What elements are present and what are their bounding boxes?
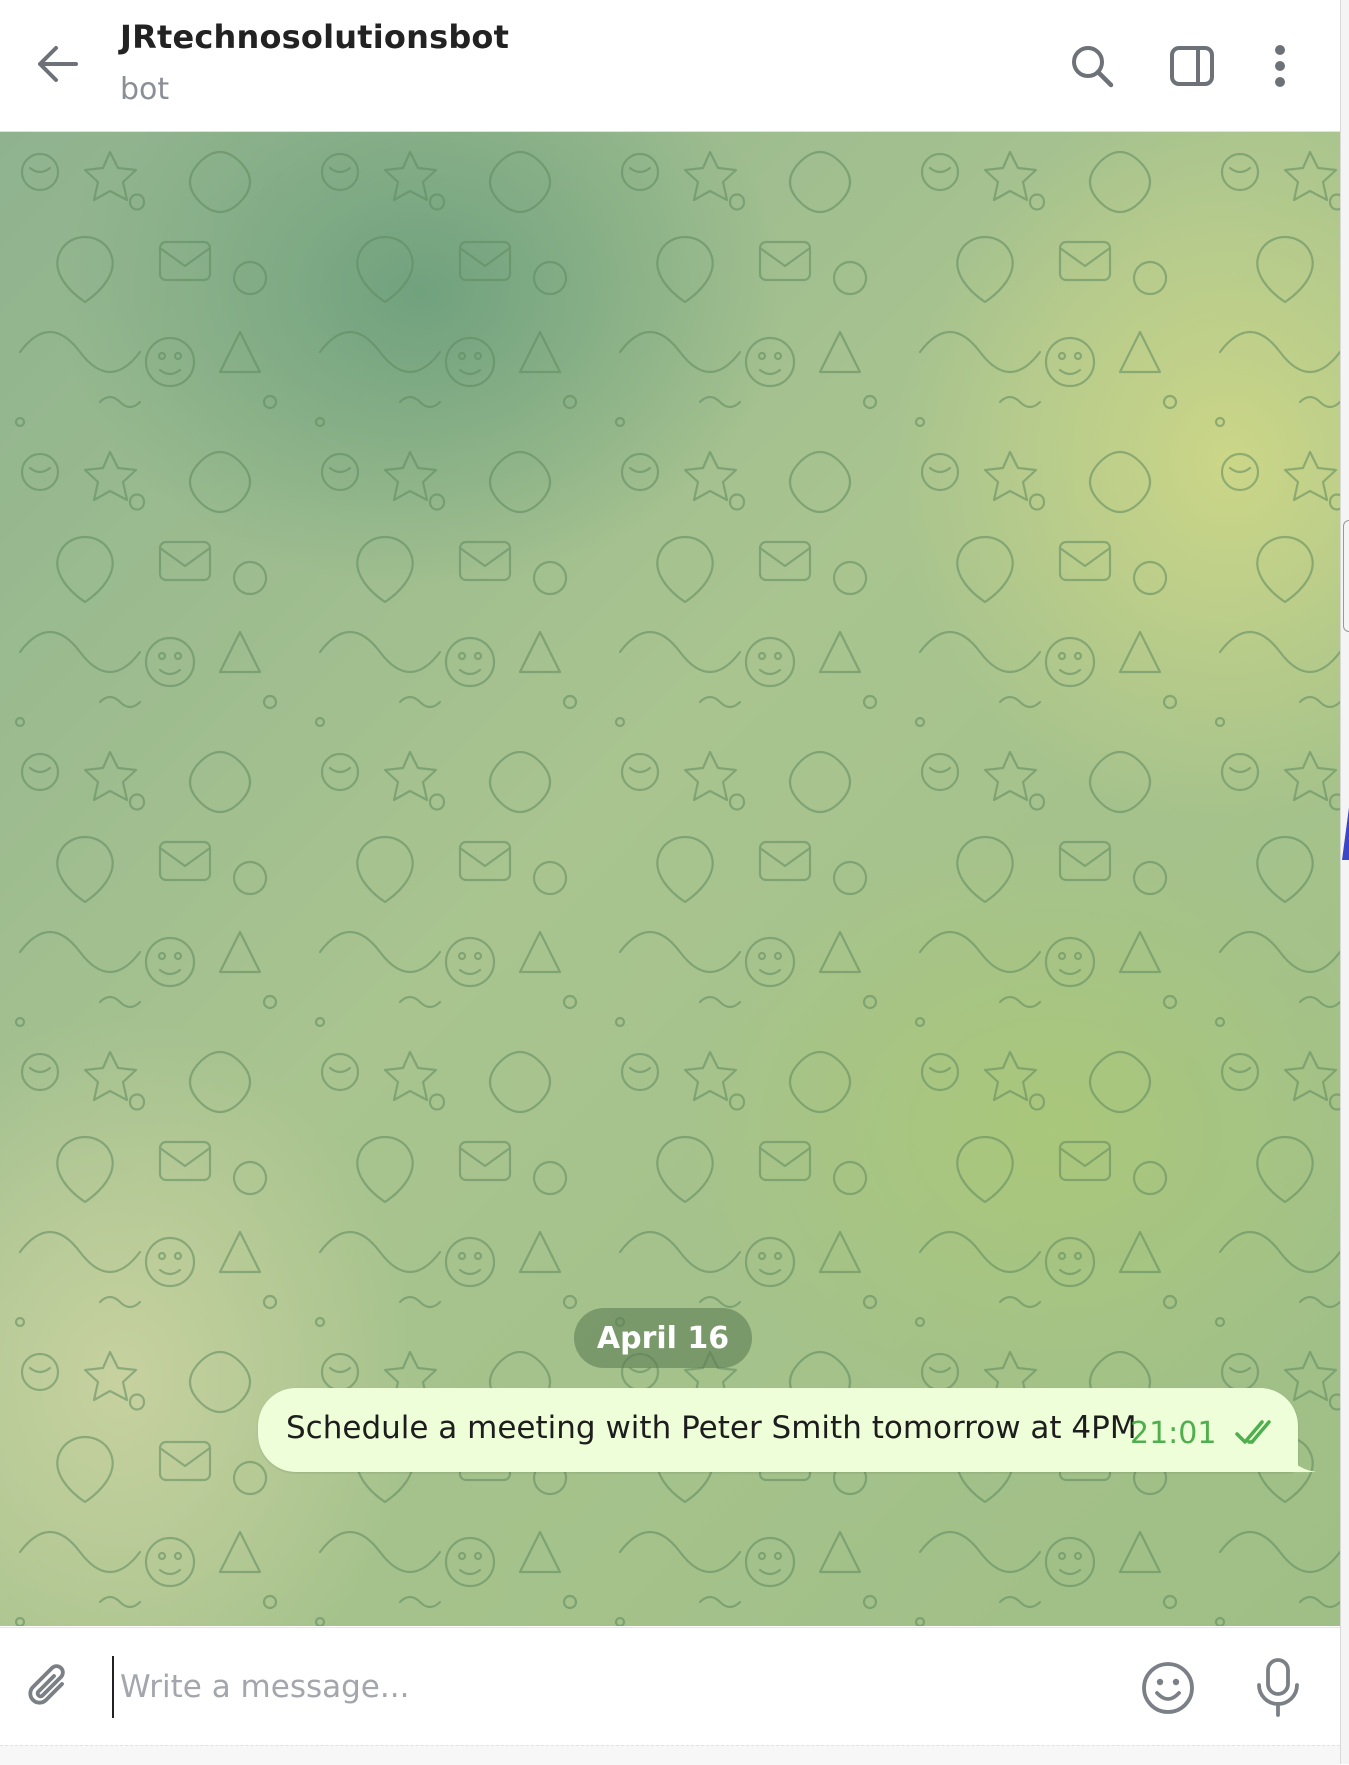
edge-mark <box>1342 800 1349 860</box>
chat-subtitle: bot <box>120 72 170 107</box>
back-arrow-icon <box>38 46 78 82</box>
edge-mark <box>1343 520 1349 632</box>
bubble-tail <box>1286 1446 1316 1472</box>
message-input[interactable] <box>112 1656 1120 1718</box>
paperclip-icon <box>28 1664 65 1705</box>
more-menu-button[interactable] <box>1252 38 1308 94</box>
sidebar-toggle-button[interactable] <box>1164 38 1220 94</box>
microphone-icon <box>1257 1658 1299 1717</box>
date-separator: April 16 <box>574 1308 752 1368</box>
chat-title[interactable]: JRtechnosolutionsbot <box>120 18 509 56</box>
sidebar-toggle-icon <box>1170 46 1214 86</box>
chat-header: JRtechnosolutionsbot bot <box>0 0 1340 132</box>
emoji-icon <box>1142 1662 1194 1714</box>
message-time: 21:01 <box>1130 1416 1217 1451</box>
message-list[interactable]: April 16 Schedule a meeting with Peter S… <box>0 132 1340 1626</box>
outgoing-message-bubble[interactable]: Schedule a meeting with Peter Smith tomo… <box>258 1388 1298 1472</box>
search-icon <box>1072 46 1114 88</box>
message-text: Schedule a meeting with Peter Smith tomo… <box>286 1410 1137 1446</box>
double-check-icon <box>1235 1420 1271 1444</box>
emoji-button[interactable] <box>1136 1656 1200 1720</box>
window-bottom-edge <box>0 1745 1340 1765</box>
back-button[interactable] <box>30 36 86 92</box>
telegram-chat-window: JRtechnosolutionsbot bot April 16 Schedu… <box>0 0 1340 1765</box>
more-vertical-icon <box>1275 45 1285 87</box>
search-button[interactable] <box>1064 38 1120 94</box>
message-composer <box>0 1627 1340 1746</box>
voice-record-button[interactable] <box>1246 1654 1310 1722</box>
background-window-edge <box>1340 0 1349 1764</box>
attach-button[interactable] <box>20 1658 80 1718</box>
